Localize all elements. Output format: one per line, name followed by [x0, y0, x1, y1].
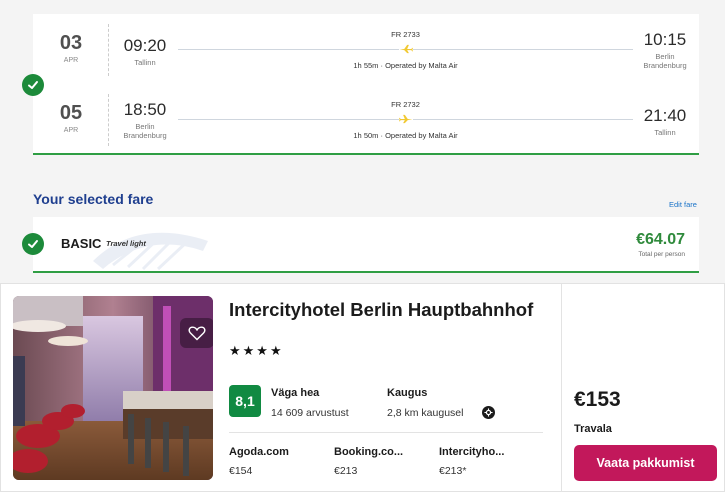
- return-arrival: 21:40 Tallinn: [637, 106, 693, 137]
- return-date: 05 APR: [53, 102, 89, 134]
- return-date-month: APR: [63, 127, 79, 134]
- provider-price: €213: [334, 465, 358, 477]
- rating-label: Väga hea: [271, 387, 320, 399]
- plane-icon: [399, 43, 413, 55]
- check-icon: [22, 74, 44, 96]
- hotel-photo[interactable]: [13, 296, 213, 480]
- fare-price-note: Total per person: [638, 251, 685, 258]
- return-route: FR 2732 1h 50m · Operated by Malta Air: [178, 100, 633, 140]
- column-divider: [561, 284, 562, 492]
- check-icon: [22, 233, 44, 255]
- outbound-arrival: 10:15 Berlin Brandenburg: [637, 30, 693, 70]
- distance-label: Kaugus: [387, 387, 428, 399]
- rating-score-badge: 8,1: [229, 385, 261, 417]
- selected-fare-heading: Your selected fare: [33, 191, 154, 207]
- provider-name: Booking.co...: [334, 446, 404, 458]
- outbound-departure: 09:20 Tallinn: [119, 36, 171, 67]
- date-divider: [108, 94, 109, 146]
- outbound-date-day: 03: [59, 32, 83, 54]
- fare-price: €64.07: [636, 231, 685, 248]
- outbound-route: FR 2733 1h 55m · Operated by Malta Air: [178, 30, 633, 70]
- provider-name: Agoda.com: [229, 446, 289, 458]
- rating-count: 14 609 arvustust: [271, 407, 349, 419]
- provider-deal[interactable]: Booking.co... €213: [334, 446, 434, 477]
- outbound-arrival-time: 10:15: [643, 30, 687, 49]
- return-departure-time: 18:50: [123, 100, 167, 119]
- provider-deal[interactable]: Agoda.com €154: [229, 446, 329, 477]
- view-deal-button[interactable]: Vaata pakkumist: [574, 445, 717, 481]
- outbound-departure-time: 09:20: [123, 36, 167, 55]
- provider-price: €213*: [439, 465, 467, 477]
- return-date-day: 05: [59, 102, 83, 124]
- hotel-name[interactable]: Intercityhotel Berlin Hauptbahnhof: [229, 297, 539, 322]
- info-icon[interactable]: [482, 406, 495, 419]
- outbound-arrival-city: Berlin Brandenburg: [643, 52, 687, 70]
- distance-value: 2,8 km kaugusel: [387, 407, 464, 419]
- provider-name: Intercityho...: [439, 446, 505, 458]
- flights-summary-card: 03 APR 09:20 Tallinn FR 2733 1h 55m · Op…: [33, 14, 699, 155]
- outbound-date: 03 APR: [53, 32, 89, 64]
- best-price-provider: Travala: [574, 423, 612, 435]
- hotel-star-rating: ★★★★: [229, 343, 284, 358]
- provider-price: €154: [229, 465, 253, 477]
- return-departure-city: Berlin Brandenburg: [123, 122, 167, 140]
- return-arrival-city: Tallinn: [654, 128, 676, 137]
- fare-tag: Travel light: [106, 239, 146, 248]
- return-duration-info: 1h 50m · Operated by Malta Air: [353, 131, 458, 140]
- favorite-button[interactable]: [180, 318, 213, 348]
- return-flight: 05 APR 18:50 Berlin Brandenburg FR 2732 …: [33, 84, 699, 150]
- fare-name: BASIC: [61, 236, 102, 251]
- best-price: €153: [574, 388, 621, 411]
- return-flight-number: FR 2732: [391, 100, 420, 109]
- selected-fare-card: BASIC Travel light €64.07 Total per pers…: [33, 217, 699, 273]
- hotel-offer-card[interactable]: Intercityhotel Berlin Hauptbahnhof ★★★★ …: [0, 283, 725, 492]
- outbound-flight-number: FR 2733: [391, 30, 420, 39]
- outbound-flight: 03 APR 09:20 Tallinn FR 2733 1h 55m · Op…: [33, 14, 699, 80]
- outbound-duration-info: 1h 55m · Operated by Malta Air: [353, 61, 458, 70]
- provider-deal[interactable]: Intercityho... €213*: [439, 446, 539, 477]
- return-departure: 18:50 Berlin Brandenburg: [117, 100, 173, 140]
- edit-fare-link[interactable]: Edit fare: [669, 200, 697, 209]
- return-arrival-time: 21:40: [643, 106, 687, 125]
- heart-icon: [188, 326, 206, 341]
- harp-watermark-icon: [93, 232, 208, 271]
- divider: [229, 432, 543, 433]
- outbound-departure-city: Tallinn: [134, 58, 156, 67]
- date-divider: [108, 24, 109, 76]
- outbound-date-month: APR: [63, 57, 79, 64]
- plane-icon: [399, 113, 413, 125]
